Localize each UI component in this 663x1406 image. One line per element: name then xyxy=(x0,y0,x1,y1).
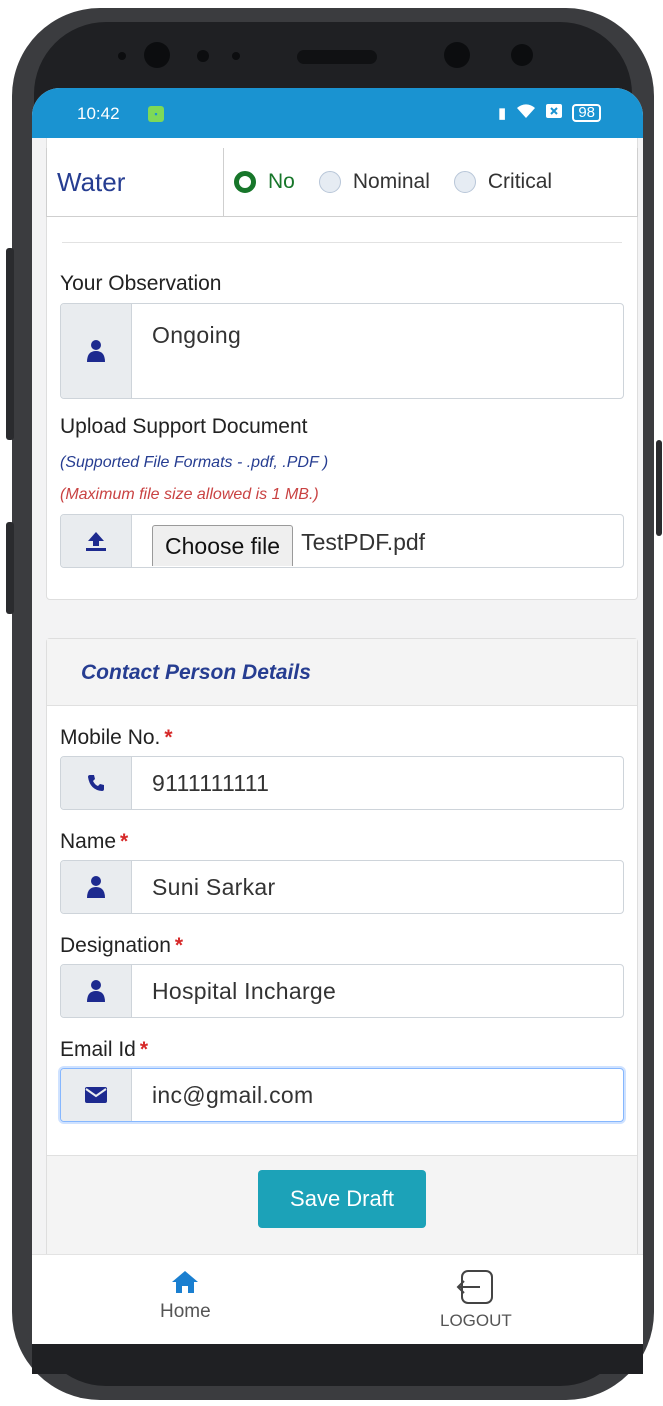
status-time: 10:42 xyxy=(77,104,120,123)
radio-empty-icon[interactable] xyxy=(318,171,341,193)
battery-icon: 98 xyxy=(572,104,601,122)
user-icon xyxy=(61,965,132,1017)
name-label: Name * xyxy=(60,830,128,854)
save-draft-button[interactable]: Save Draft xyxy=(258,1170,426,1228)
radio-selected-icon[interactable] xyxy=(234,171,256,193)
volume-button xyxy=(6,248,14,440)
vibrate-icon: ▮ xyxy=(498,105,507,122)
name-field[interactable]: Suni Sarkar xyxy=(60,860,624,914)
no-sim-icon xyxy=(546,104,563,122)
observation-textarea[interactable]: Ongoing xyxy=(60,303,624,399)
phone-icon xyxy=(61,757,132,809)
upload-icon xyxy=(61,515,132,567)
wifi-icon xyxy=(516,103,536,123)
nav-logout[interactable]: LOGOUT xyxy=(440,1269,512,1331)
name-label-text: Name xyxy=(60,830,117,853)
choose-file-button[interactable]: Choose file xyxy=(152,525,294,566)
water-options: No Nominal Critical xyxy=(224,148,637,216)
radio-empty-icon[interactable] xyxy=(453,171,476,193)
power-button xyxy=(656,440,662,536)
side-button xyxy=(6,522,14,614)
observation-label: Your Observation xyxy=(60,272,222,295)
front-camera-2 xyxy=(444,42,470,68)
proximity-sensor xyxy=(511,44,533,66)
email-field[interactable]: inc@gmail.com xyxy=(60,1068,624,1122)
email-label: Email Id * xyxy=(60,1038,148,1062)
home-icon xyxy=(172,1271,199,1293)
envelope-icon xyxy=(61,1069,132,1121)
required-marker: * xyxy=(174,934,184,957)
app-notification-icon: ▪ xyxy=(148,106,164,122)
radio-option-critical[interactable]: Critical xyxy=(453,170,553,194)
observation-value[interactable]: Ongoing xyxy=(132,304,623,398)
divider xyxy=(62,242,622,243)
contact-card-title: Contact Person Details xyxy=(81,661,311,684)
required-marker: * xyxy=(139,1038,149,1061)
sensor-dot xyxy=(197,50,209,62)
user-icon xyxy=(61,304,132,398)
required-marker: * xyxy=(120,830,129,853)
mobile-label: Mobile No. * xyxy=(60,726,173,750)
file-size-hint: (Maximum file size allowed is 1 MB.) xyxy=(60,486,319,503)
speaker-grille xyxy=(297,50,377,64)
phone-chin xyxy=(32,1344,643,1374)
file-format-hint: (Supported File Formats - .pdf, .PDF ) xyxy=(60,454,329,471)
nav-home-label: Home xyxy=(160,1301,211,1322)
sensor-dot xyxy=(118,52,126,60)
radio-option-nominal[interactable]: Nominal xyxy=(318,170,430,194)
mobile-label-text: Mobile No. xyxy=(60,726,161,749)
bottom-nav: Home LOGOUT xyxy=(32,1254,643,1344)
contact-card-header: Contact Person Details xyxy=(47,639,637,706)
front-camera xyxy=(144,42,170,68)
file-upload-field[interactable]: Choose file TestPDF.pdf xyxy=(60,514,624,568)
required-marker: * xyxy=(164,726,173,749)
radio-label-no: No xyxy=(268,170,295,193)
water-label: Water xyxy=(47,148,224,216)
designation-input[interactable]: Hospital Incharge xyxy=(132,965,623,1017)
mobile-input[interactable]: 9111111111 xyxy=(132,757,623,809)
radio-label-critical: Critical xyxy=(487,170,553,193)
nav-logout-label: LOGOUT xyxy=(440,1311,512,1330)
nav-home[interactable]: Home xyxy=(160,1269,211,1323)
file-name: TestPDF.pdf xyxy=(301,529,426,555)
radio-option-no[interactable]: No xyxy=(234,170,295,194)
status-icons: ▮ 98 xyxy=(498,103,601,123)
designation-label: Designation * xyxy=(60,934,183,958)
status-bar: 10:42 ▪ ▮ 98 xyxy=(32,88,643,138)
scroll-content[interactable]: Water No Nominal Critical Your Observati… xyxy=(32,138,643,1254)
name-input[interactable]: Suni Sarkar xyxy=(132,861,623,913)
logout-icon xyxy=(456,1270,493,1304)
water-row: Water No Nominal Critical xyxy=(46,148,638,217)
user-icon xyxy=(61,861,132,913)
email-input[interactable]: inc@gmail.com xyxy=(132,1069,623,1121)
contact-card-footer: Save Draft xyxy=(47,1155,637,1254)
sensor-dot xyxy=(232,52,240,60)
designation-label-text: Designation xyxy=(60,934,171,957)
mobile-field[interactable]: 9111111111 xyxy=(60,756,624,810)
upload-label: Upload Support Document xyxy=(60,415,308,438)
email-label-text: Email Id xyxy=(60,1038,136,1061)
radio-label-nominal: Nominal xyxy=(352,170,430,193)
designation-field[interactable]: Hospital Incharge xyxy=(60,964,624,1018)
screen: 10:42 ▪ ▮ 98 Water No Nominal Critical Y… xyxy=(32,88,643,1344)
